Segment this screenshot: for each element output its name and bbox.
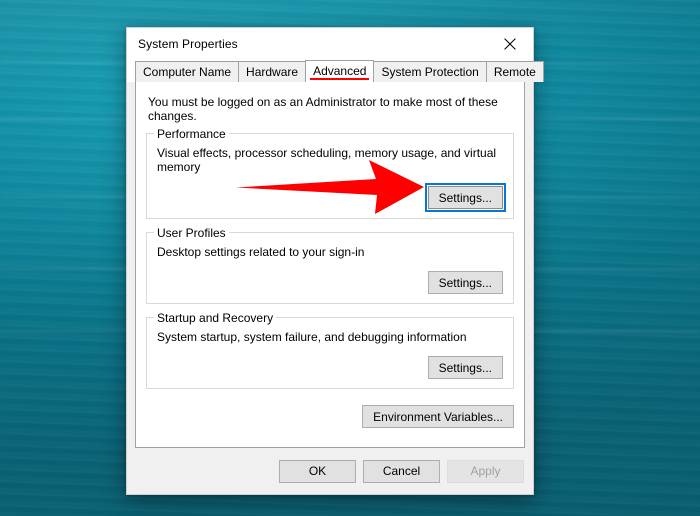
tab-label: Advanced	[313, 64, 367, 78]
close-icon[interactable]	[487, 28, 533, 60]
tab-label: System Protection	[381, 65, 479, 79]
window-title: System Properties	[138, 37, 238, 51]
ok-button[interactable]: OK	[279, 459, 356, 483]
tab-content-panel: You must be logged on as an Administrato…	[135, 81, 525, 448]
cancel-button[interactable]: Cancel	[363, 459, 440, 483]
tab-strip: Computer Name Hardware Advanced System P…	[127, 60, 544, 82]
administrator-note: You must be logged on as an Administrato…	[148, 95, 498, 123]
tab-highlight-underline	[310, 78, 370, 80]
group-legend-startup-recovery: Startup and Recovery	[154, 311, 277, 325]
tab-label: Remote	[493, 65, 536, 79]
environment-variables-button[interactable]: Environment Variables...	[362, 405, 514, 428]
tab-label: Computer Name	[143, 65, 232, 79]
title-bar[interactable]: System Properties	[127, 28, 533, 60]
user-profiles-settings-button[interactable]: Settings...	[427, 271, 503, 294]
group-legend-performance: Performance	[154, 127, 229, 141]
tab-computer-name[interactable]: Computer Name	[135, 61, 240, 82]
startup-recovery-settings-button[interactable]: Settings...	[427, 356, 503, 379]
startup-recovery-description: System startup, system failure, and debu…	[157, 330, 467, 344]
tab-label: Hardware	[246, 65, 299, 79]
dialog-footer: OK Cancel Apply	[127, 448, 533, 494]
system-properties-dialog: System Properties Computer Name Hardware…	[126, 27, 544, 495]
tab-advanced[interactable]: Advanced	[305, 60, 375, 82]
apply-button: Apply	[447, 459, 524, 483]
startup-recovery-button-row: Settings...	[157, 356, 503, 379]
performance-settings-button[interactable]: Settings...	[424, 183, 507, 212]
performance-group: Performance Visual effects, processor sc…	[146, 127, 514, 219]
user-profiles-description: Desktop settings related to your sign-in	[157, 245, 365, 259]
environment-variables-row: Environment Variables...	[146, 405, 514, 428]
performance-button-row: Settings...	[157, 183, 507, 212]
user-profiles-group: User Profiles Desktop settings related t…	[146, 226, 514, 304]
startup-recovery-group: Startup and Recovery System startup, sys…	[146, 311, 514, 389]
tab-remote[interactable]: Remote	[485, 61, 544, 82]
tab-hardware[interactable]: Hardware	[238, 61, 307, 82]
performance-description: Visual effects, processor scheduling, me…	[157, 146, 497, 174]
tab-system-protection[interactable]: System Protection	[373, 61, 487, 82]
group-legend-user-profiles: User Profiles	[154, 226, 229, 240]
user-profiles-button-row: Settings...	[157, 271, 503, 294]
